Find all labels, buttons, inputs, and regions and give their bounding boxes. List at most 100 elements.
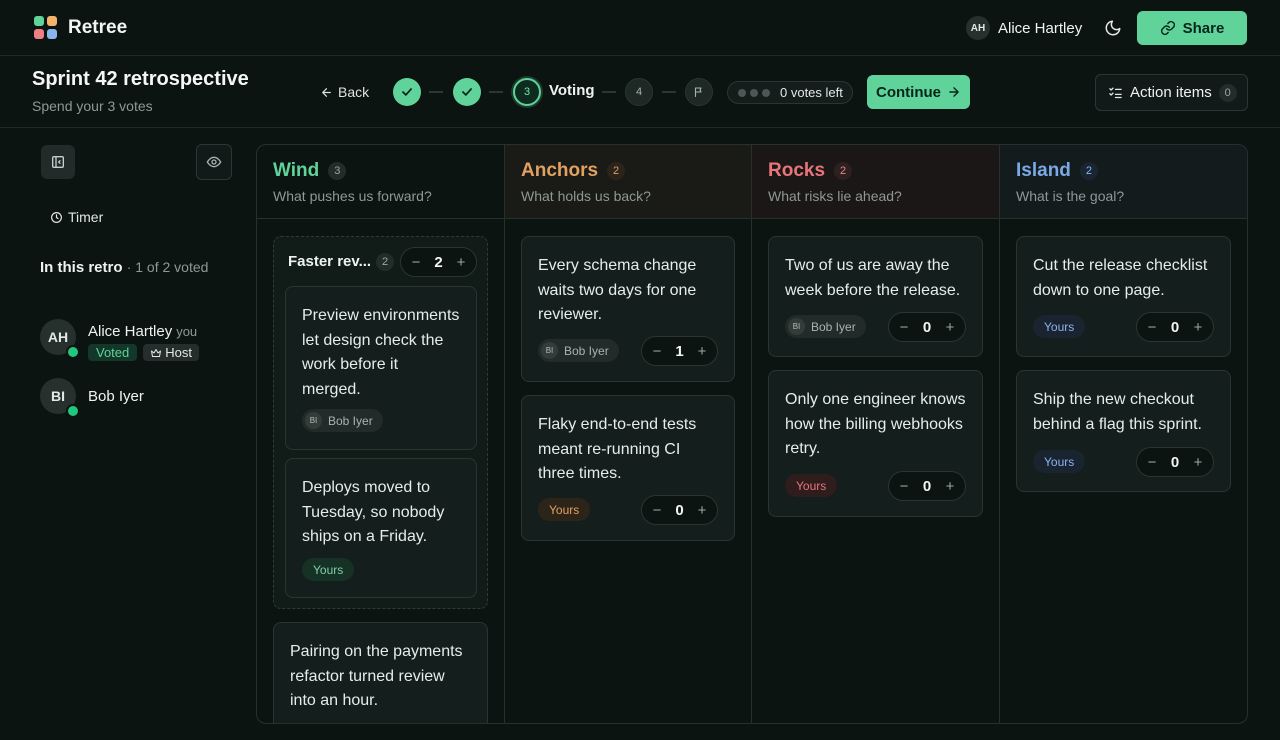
action-items-label: Action items	[1130, 84, 1212, 101]
decrement-button[interactable]: −	[650, 502, 664, 519]
crown-icon	[151, 348, 162, 357]
card[interactable]: Two of us are away the week before the re…	[768, 236, 983, 357]
increment-button[interactable]: +	[943, 319, 957, 336]
step-connector	[602, 91, 616, 93]
avatar: AH	[40, 319, 80, 359]
votes-left-indicator: 0 votes left	[727, 81, 853, 104]
retro-board: Wind 3 What pushes us forward? Faster rev…	[256, 144, 1248, 724]
check-icon	[402, 88, 412, 96]
column-title: Island 2	[1016, 160, 1098, 182]
column-count: 2	[1079, 162, 1098, 180]
card-text: Ship the new checkout behind a flag this …	[1033, 391, 1202, 433]
increment-button[interactable]: +	[943, 478, 957, 495]
card[interactable]: Cut the release checklist down to one pag…	[1016, 236, 1231, 357]
retro-header: Sprint 42 retrospective Spend your 3 vot…	[0, 56, 1280, 128]
card[interactable]: Preview environments let design check the…	[285, 286, 477, 450]
step-2-done[interactable]	[453, 78, 481, 106]
vote-count: 0	[922, 477, 932, 495]
back-button[interactable]: Back	[320, 84, 369, 100]
participants-heading: In this retro · 1 of 2 voted	[40, 259, 208, 276]
card[interactable]: Ship the new checkout behind a flag this …	[1016, 370, 1231, 492]
vote-dot-icon	[762, 88, 770, 97]
card-group[interactable]: Faster rev... 2 − 2 + Preview environmen…	[273, 236, 488, 609]
card[interactable]: Deploys moved to Tuesday, so nobody ships …	[285, 458, 477, 598]
step-1-done[interactable]	[393, 78, 421, 106]
action-items-button[interactable]: Action items 0	[1095, 74, 1248, 111]
step-connector	[662, 91, 676, 93]
step-connector	[489, 91, 503, 93]
page-title: Sprint 42 retrospective	[32, 68, 249, 90]
share-button[interactable]: Share	[1137, 11, 1247, 45]
back-label: Back	[338, 84, 370, 100]
decrement-button[interactable]: −	[897, 478, 911, 495]
decrement-button[interactable]: −	[897, 319, 911, 336]
increment-button[interactable]: +	[695, 343, 709, 360]
sidebar-collapse-icon	[52, 156, 64, 168]
yours-badge: Yours	[302, 558, 355, 581]
you-label: you	[176, 324, 198, 339]
avatar: AH	[966, 16, 990, 40]
column-title: Anchors 2	[521, 160, 626, 182]
card-text: Pairing on the payments refactor turned r…	[290, 643, 463, 709]
participant-alice: AH Alice Hartley you Voted Host	[40, 319, 199, 361]
card-author: BI Bob Iyer	[538, 339, 619, 362]
decrement-button[interactable]: −	[1145, 319, 1159, 336]
avatar: BI	[40, 378, 80, 418]
step-final[interactable]	[685, 78, 713, 106]
avatar: BI	[541, 342, 558, 359]
yours-badge: Yours	[538, 498, 591, 521]
card[interactable]: Every schema change waits two days for on…	[521, 236, 735, 382]
moon-icon[interactable]	[1104, 19, 1122, 37]
vote-dot-icon	[750, 88, 758, 97]
column-header: Anchors 2 What holds us back?	[505, 145, 751, 219]
step-4[interactable]: 4	[625, 78, 653, 106]
column-description: What risks lie ahead?	[768, 188, 902, 204]
collapse-sidebar-button[interactable]	[41, 145, 75, 179]
column-wind: Wind 3 What pushes us forward? Faster rev…	[257, 145, 505, 723]
card[interactable]: Pairing on the payments refactor turned r…	[273, 622, 488, 723]
yours-badge: Yours	[1033, 315, 1086, 338]
vote-stepper: − 0 +	[641, 495, 718, 525]
column-description: What holds us back?	[521, 188, 651, 204]
group-count: 2	[376, 253, 394, 271]
column-count: 3	[328, 162, 347, 180]
card[interactable]: Flaky end-to-end tests meant re-running C…	[521, 395, 735, 541]
participant-name: Alice Hartley you	[88, 323, 198, 340]
increment-button[interactable]: +	[695, 502, 709, 519]
card-text: Flaky end-to-end tests meant re-running C…	[538, 416, 697, 482]
participant-name: Bob Iyer	[88, 388, 144, 405]
check-icon	[462, 88, 472, 96]
increment-button[interactable]: +	[1191, 319, 1205, 336]
user-name: Alice Hartley	[998, 19, 1083, 37]
hide-cards-button[interactable]	[196, 144, 232, 180]
vote-stepper: − 0 +	[1136, 447, 1214, 477]
timer-button[interactable]: Timer	[50, 209, 103, 225]
share-label: Share	[1182, 19, 1225, 37]
flag-icon	[694, 87, 702, 98]
decrement-button[interactable]: −	[409, 254, 423, 271]
column-description: What is the goal?	[1016, 188, 1125, 204]
app-logo-icon	[34, 16, 58, 40]
card[interactable]: Only one engineer knows how the billing w…	[768, 370, 983, 517]
decrement-button[interactable]: −	[650, 343, 664, 360]
eye-icon	[206, 156, 222, 168]
continue-button[interactable]: Continue	[867, 75, 970, 109]
step-3-current[interactable]: 3	[513, 78, 541, 106]
participants-title: In this retro	[40, 259, 123, 276]
column-header: Wind 3 What pushes us forward?	[257, 145, 504, 219]
group-title: Faster rev...	[288, 253, 372, 270]
online-status-icon	[66, 404, 80, 418]
increment-button[interactable]: +	[1191, 454, 1205, 471]
decrement-button[interactable]: −	[1145, 454, 1159, 471]
votes-left-label: 0 votes left	[780, 85, 843, 100]
card-author: BI Bob Iyer	[302, 409, 383, 432]
increment-button[interactable]: +	[454, 254, 468, 271]
checklist-icon	[1108, 85, 1123, 100]
voted-badge: Voted	[88, 344, 138, 361]
current-step-label: Voting	[549, 82, 595, 99]
column-title: Wind 3	[273, 160, 347, 182]
vote-stepper: − 1 +	[641, 336, 718, 366]
vote-stepper: − 0 +	[1136, 312, 1214, 342]
page-subtitle: Spend your 3 votes	[32, 98, 153, 114]
current-user[interactable]: AH Alice Hartley	[966, 16, 1082, 40]
